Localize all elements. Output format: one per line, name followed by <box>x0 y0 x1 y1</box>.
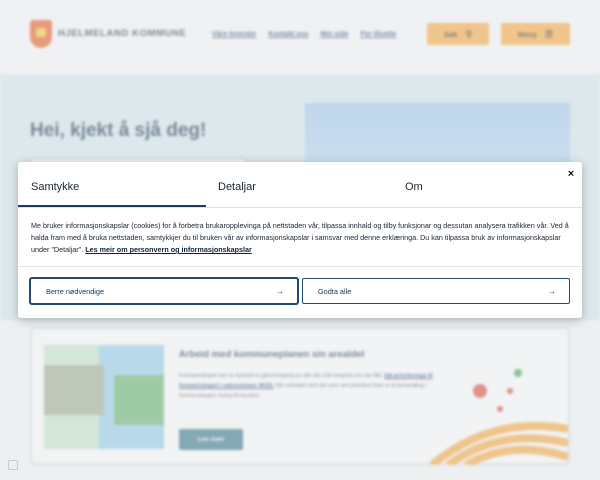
close-icon[interactable]: × <box>564 167 578 181</box>
tab-samtykke[interactable]: Samtykke <box>31 181 79 193</box>
accept-all-label: Godta alle <box>318 286 352 296</box>
necessary-only-label: Berre nødvendige <box>46 286 105 296</box>
dialog-divider <box>18 266 582 267</box>
accept-all-button[interactable]: Godta alle → <box>302 278 570 304</box>
privacy-policy-link[interactable]: Les meir om personvern og informasjonska… <box>85 245 252 254</box>
active-tab-indicator <box>18 205 206 207</box>
consent-body: Me bruker informasjonskapslar (cookies) … <box>31 220 569 256</box>
arrow-right-icon: → <box>548 286 556 296</box>
cookie-settings-icon[interactable] <box>8 460 18 470</box>
cookie-consent-dialog: Samtykke Detaljar Om × Me bruker informa… <box>18 162 582 318</box>
consent-tabs: Samtykke Detaljar Om <box>18 162 582 208</box>
tab-detaljar[interactable]: Detaljar <box>218 181 256 193</box>
tab-om[interactable]: Om <box>405 181 423 193</box>
arrow-right-icon: → <box>276 286 284 296</box>
necessary-only-button[interactable]: Berre nødvendige → <box>30 278 298 304</box>
